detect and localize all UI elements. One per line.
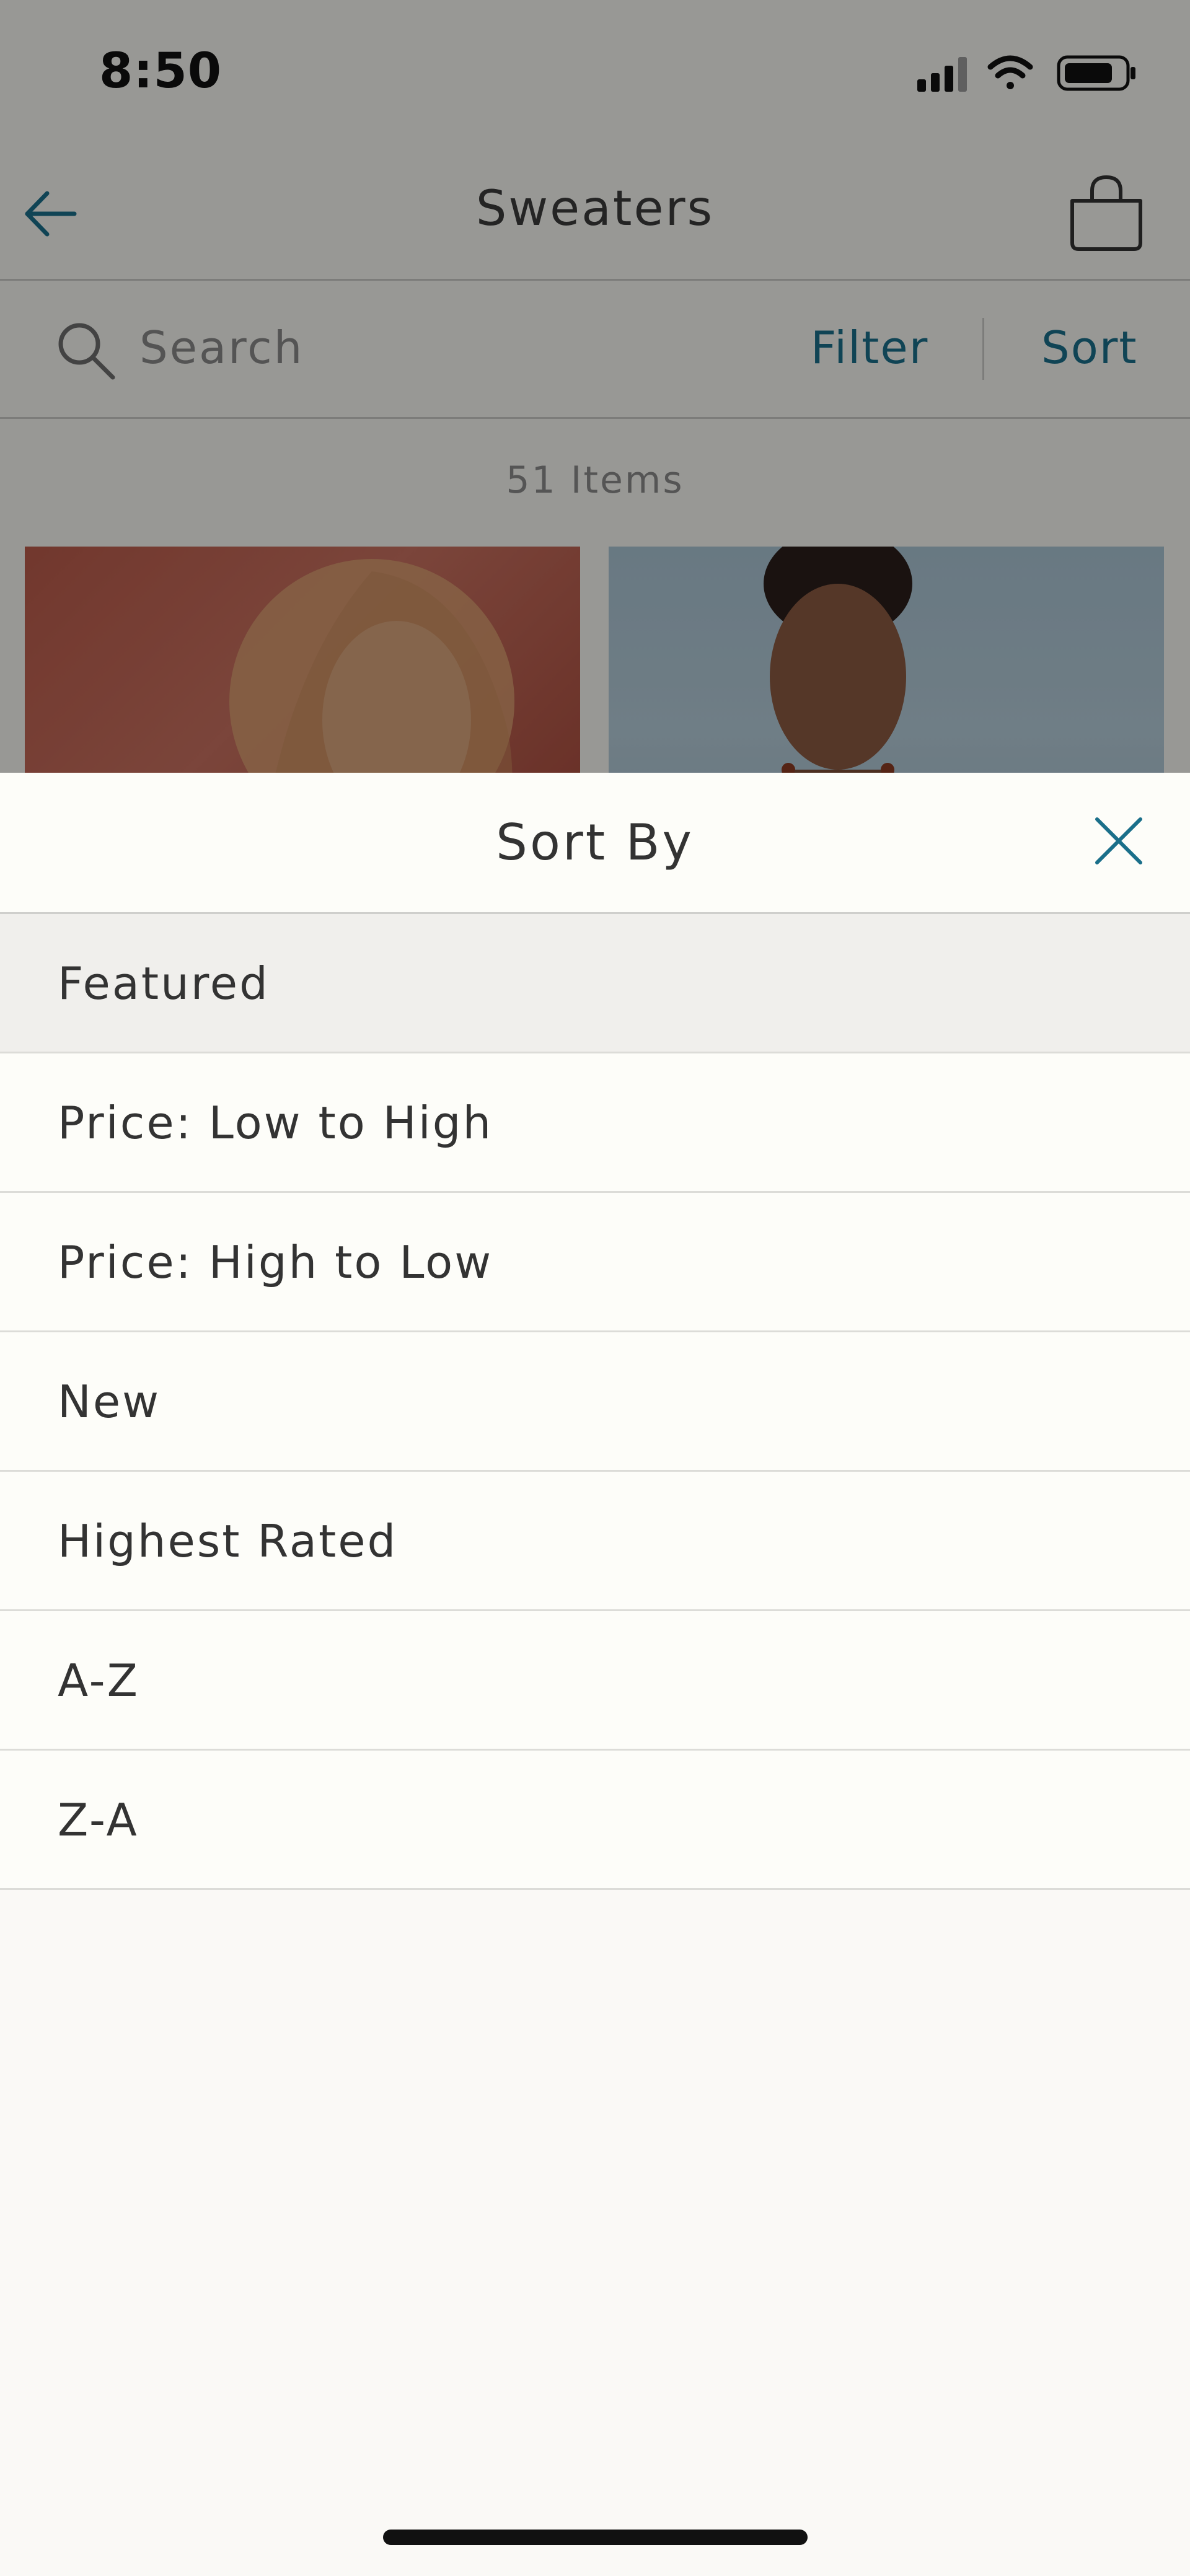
sort-option-a-z[interactable]: A-Z [0, 1611, 1190, 1751]
sort-option-label: A-Z [58, 1655, 139, 1707]
sort-option-new[interactable]: New [0, 1332, 1190, 1472]
sort-option-label: Price: High to Low [58, 1236, 493, 1288]
close-icon[interactable] [1091, 813, 1147, 869]
sort-option-label: Price: Low to High [58, 1097, 493, 1149]
background-screen: 8:50 Sweaters Search Filter Sort 51 Item… [0, 0, 1190, 773]
sort-sheet: Sort By Featured Price: Low to High Pric… [0, 773, 1190, 2576]
sort-option-label: New [58, 1376, 161, 1428]
home-indicator[interactable] [383, 2530, 808, 2545]
sort-option-z-a[interactable]: Z-A [0, 1751, 1190, 1890]
sort-option-featured[interactable]: Featured [0, 914, 1190, 1053]
sort-option-label: Highest Rated [58, 1515, 398, 1567]
sort-option-price-low-to-high[interactable]: Price: Low to High [0, 1053, 1190, 1193]
sort-option-highest-rated[interactable]: Highest Rated [0, 1472, 1190, 1611]
sort-sheet-header: Sort By [0, 773, 1190, 914]
sort-sheet-title: Sort By [496, 814, 694, 871]
sort-option-label: Featured [58, 957, 270, 1009]
sort-option-label: Z-A [58, 1794, 139, 1846]
sort-options-list: Featured Price: Low to High Price: High … [0, 914, 1190, 1890]
dim-overlay[interactable] [0, 0, 1190, 773]
sort-option-price-high-to-low[interactable]: Price: High to Low [0, 1193, 1190, 1332]
page: 8:50 Sweaters Search Filter Sort 51 Item… [0, 0, 1190, 2576]
